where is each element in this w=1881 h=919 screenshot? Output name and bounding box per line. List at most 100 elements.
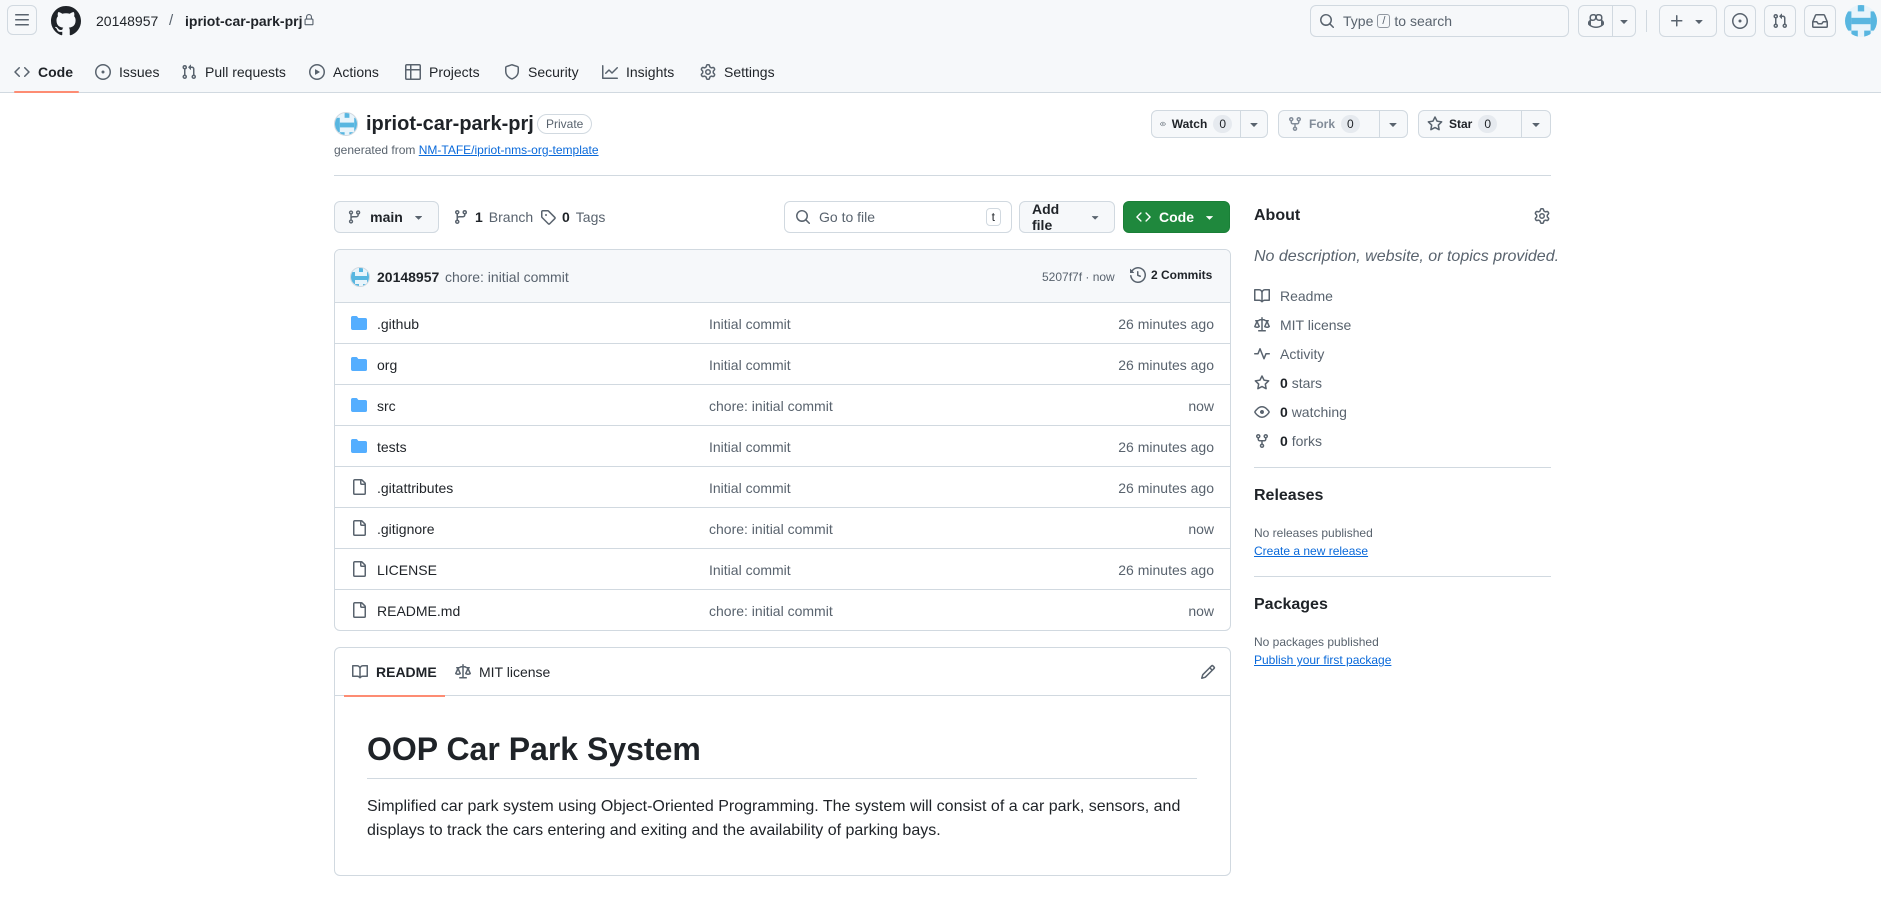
star-dropdown[interactable] xyxy=(1522,111,1550,137)
forks-link[interactable]: 0 forks xyxy=(1254,433,1322,449)
user-avatar[interactable] xyxy=(1845,5,1877,37)
watch-button[interactable]: Watch 0 xyxy=(1152,111,1241,137)
table-row[interactable]: org Initial commit 26 minutes ago xyxy=(335,344,1230,385)
watch-dropdown[interactable] xyxy=(1241,111,1267,137)
readme-link[interactable]: Readme xyxy=(1254,288,1333,304)
tab-actions[interactable]: Actions xyxy=(309,50,379,93)
history-icon xyxy=(1130,267,1146,283)
file-commit-message-link[interactable]: Initial commit xyxy=(709,480,791,496)
file-commit-message-link[interactable]: chore: initial commit xyxy=(709,398,833,414)
context-repo-link[interactable]: ipriot-car-park-prj xyxy=(185,13,302,29)
git-branch-icon xyxy=(454,210,467,225)
file-commit-message-link[interactable]: chore: initial commit xyxy=(709,521,833,537)
watch-count: 0 xyxy=(1213,115,1232,133)
file-name-link[interactable]: .gitignore xyxy=(377,521,435,537)
file-name-link[interactable]: .github xyxy=(377,316,419,332)
tab-readme[interactable]: README xyxy=(344,648,445,697)
create-release-link[interactable]: Create a new release xyxy=(1254,544,1368,558)
folder-icon xyxy=(351,439,367,453)
commit-message-link[interactable]: chore: initial commit xyxy=(445,269,569,285)
branch-selector[interactable]: main xyxy=(334,201,439,233)
watching-count: 0 xyxy=(1280,404,1288,420)
tab-insights[interactable]: Insights xyxy=(602,50,674,93)
visibility-badge: Private xyxy=(537,114,593,134)
commits-history-link[interactable]: 2 Commits xyxy=(1130,267,1212,283)
commit-sha-link[interactable]: 5207f7f · now xyxy=(1042,270,1115,284)
file-commit-message-link[interactable]: chore: initial commit xyxy=(709,603,833,619)
tab-code[interactable]: Code xyxy=(14,50,79,93)
add-file-button[interactable]: Add file xyxy=(1019,201,1115,233)
top-bar: 20148957 / ipriot-car-park-prj Type / to… xyxy=(0,0,1881,42)
folder-icon xyxy=(351,398,367,412)
repo-owner-avatar[interactable] xyxy=(334,112,358,136)
pulse-icon xyxy=(1254,348,1270,360)
file-commit-message-link[interactable]: Initial commit xyxy=(709,439,791,455)
eye-icon xyxy=(1160,121,1166,127)
fork-button[interactable]: Fork 0 xyxy=(1279,111,1380,137)
table-row[interactable]: LICENSE Initial commit 26 minutes ago xyxy=(335,549,1230,590)
table-row[interactable]: tests Initial commit 26 minutes ago xyxy=(335,426,1230,467)
sidebar-divider xyxy=(1254,467,1551,468)
file-commit-date: 26 minutes ago xyxy=(1118,562,1214,578)
repo-title-link[interactable]: ipriot-car-park-prj xyxy=(366,112,534,136)
tab-issues[interactable]: Issues xyxy=(95,50,159,93)
table-row[interactable]: .gitattributes Initial commit 26 minutes a… xyxy=(335,467,1230,508)
table-row[interactable]: README.md chore: initial commit now xyxy=(335,590,1230,630)
table-row[interactable]: .gitignore chore: initial commit now xyxy=(335,508,1230,549)
tab-projects[interactable]: Projects xyxy=(405,50,480,93)
activity-link-label: Activity xyxy=(1280,346,1325,362)
code-button[interactable]: Code xyxy=(1123,201,1230,233)
tab-pull-requests[interactable]: Pull requests xyxy=(181,50,286,93)
watching-label: watching xyxy=(1291,404,1347,420)
table-row[interactable]: src chore: initial commit now xyxy=(335,385,1230,426)
triangle-down-icon xyxy=(1532,123,1540,127)
stars-link[interactable]: 0 stars xyxy=(1254,375,1322,391)
triangle-down-icon xyxy=(1620,20,1628,24)
tab-mit-license[interactable]: MIT license xyxy=(455,648,550,696)
star-button[interactable]: Star 0 xyxy=(1419,111,1523,137)
watching-link[interactable]: 0 watching xyxy=(1254,404,1347,420)
search-prefix: Type xyxy=(1343,13,1374,29)
create-new-button[interactable] xyxy=(1659,5,1717,37)
repo-forked-icon xyxy=(1289,117,1301,132)
file-name-link[interactable]: tests xyxy=(377,439,407,455)
license-link[interactable]: MIT license xyxy=(1254,317,1351,333)
copilot-button[interactable] xyxy=(1579,6,1613,36)
branches-link[interactable]: 1 Branch xyxy=(453,201,533,233)
fork-dropdown[interactable] xyxy=(1380,111,1408,137)
gear-icon[interactable] xyxy=(1534,208,1550,224)
menu-button[interactable] xyxy=(7,5,37,35)
file-commit-message-link[interactable]: Initial commit xyxy=(709,562,791,578)
packages-heading[interactable]: Packages xyxy=(1254,596,1328,614)
global-search-input[interactable]: Type / to search xyxy=(1310,5,1569,37)
tab-label: Projects xyxy=(429,63,480,80)
activity-link[interactable]: Activity xyxy=(1254,346,1324,362)
file-name-link[interactable]: README.md xyxy=(377,603,460,619)
file-name-link[interactable]: .gitattributes xyxy=(377,480,453,496)
file-commit-message-link[interactable]: Initial commit xyxy=(709,357,791,373)
commit-author-link[interactable]: 20148957 xyxy=(377,269,439,285)
tab-settings[interactable]: Settings xyxy=(700,50,775,93)
file-name-link[interactable]: src xyxy=(377,398,396,414)
issues-button[interactable] xyxy=(1724,5,1756,37)
context-owner-link[interactable]: 20148957 xyxy=(96,13,158,29)
pull-requests-button[interactable] xyxy=(1764,5,1796,37)
tags-link[interactable]: 0 Tags xyxy=(540,201,605,233)
releases-heading[interactable]: Releases xyxy=(1254,487,1323,505)
file-name-link[interactable]: LICENSE xyxy=(377,562,437,578)
inbox-icon xyxy=(1812,13,1828,28)
pencil-icon[interactable] xyxy=(1200,664,1216,680)
file-name-link[interactable]: org xyxy=(377,357,397,373)
gear-icon xyxy=(700,63,716,80)
go-to-file-input[interactable]: Go to file t xyxy=(784,201,1012,233)
template-link[interactable]: NM-TAFE/ipriot-nms-org-template xyxy=(419,143,599,157)
copilot-dropdown-button[interactable] xyxy=(1613,6,1635,36)
tab-security[interactable]: Security xyxy=(504,50,579,93)
code-label: Code xyxy=(1159,209,1194,225)
file-commit-message-link[interactable]: Initial commit xyxy=(709,316,791,332)
publish-package-link[interactable]: Publish your first package xyxy=(1254,653,1391,667)
inbox-button[interactable] xyxy=(1804,5,1836,37)
commit-author-avatar[interactable] xyxy=(350,267,370,287)
github-logo-icon[interactable] xyxy=(51,6,81,36)
table-row[interactable]: .github Initial commit 26 minutes ago xyxy=(335,303,1230,344)
